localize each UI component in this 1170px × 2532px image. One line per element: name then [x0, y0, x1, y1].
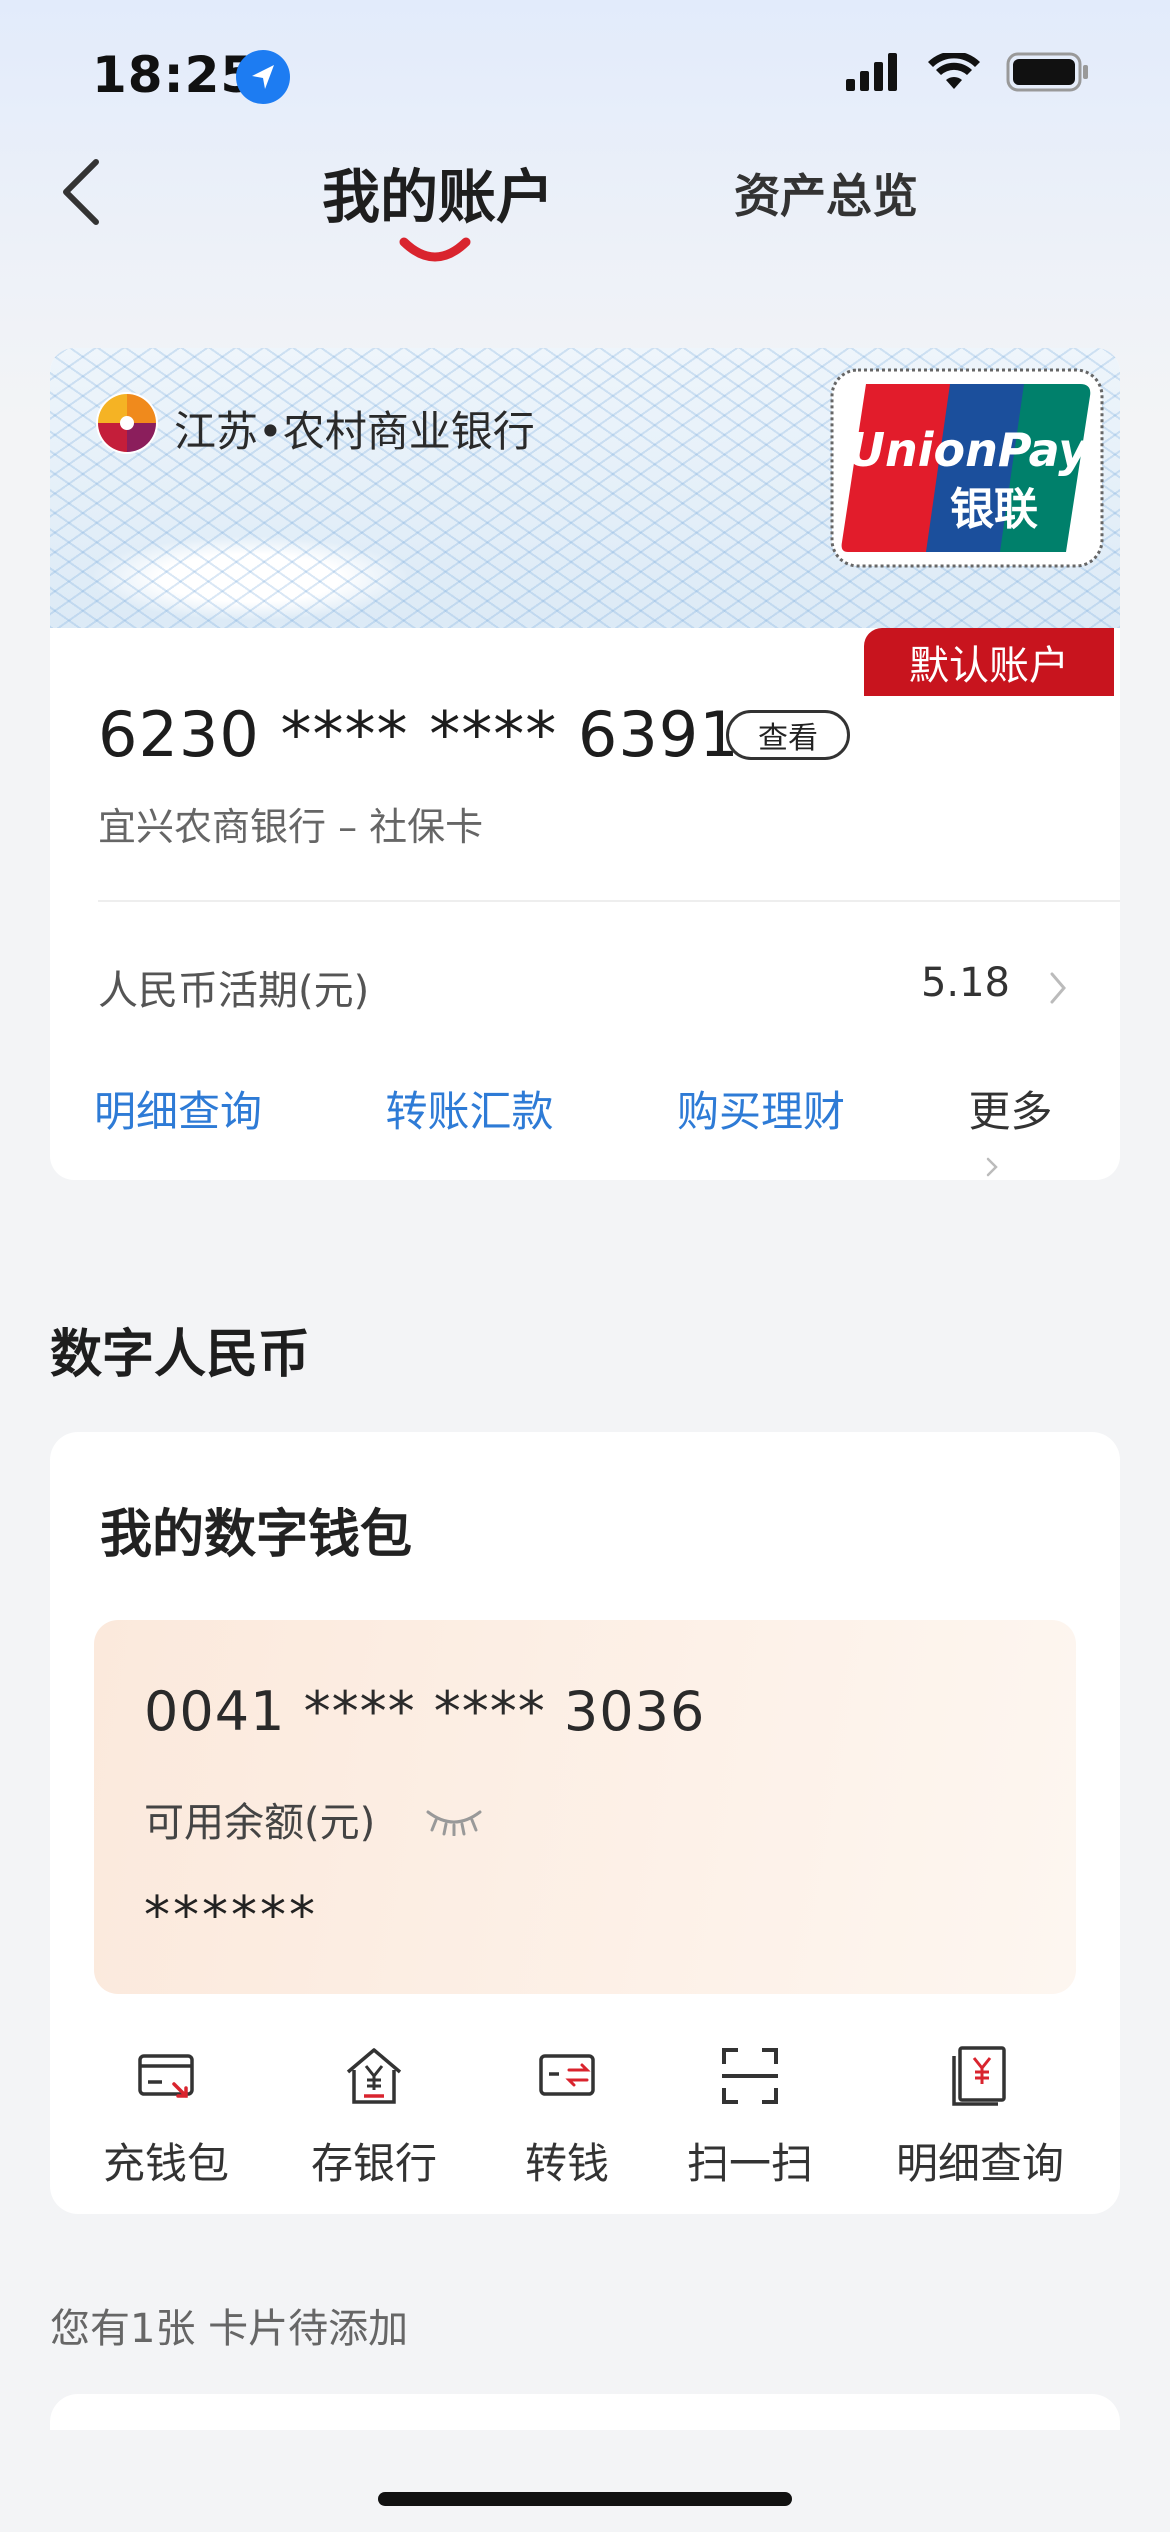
wallet-action-scan[interactable]: 扫一扫	[670, 2044, 830, 2191]
scan-icon	[722, 2048, 778, 2104]
bank-deposit-icon	[346, 2048, 402, 2104]
more-label: 更多	[968, 1087, 1053, 1136]
unionpay-logo: UnionPay 银联	[830, 368, 1104, 568]
active-tab-indicator	[398, 236, 472, 270]
tab-asset-overview[interactable]: 资产总览	[734, 160, 918, 226]
card-number: 6230 **** **** 6391	[98, 698, 740, 771]
wallet-title: 我的数字钱包	[100, 1505, 413, 1565]
default-account-badge: 默认账户	[864, 628, 1114, 696]
section-title-digital-rmb: 数字人民币	[50, 1325, 311, 1385]
digital-wallet-card: 我的数字钱包 0041 **** **** 3036 可用余额(元) *****…	[50, 1432, 1120, 2214]
card-action-row: 明细查询 转账汇款 购买理财 更多	[94, 1078, 1094, 1180]
card-action-more[interactable]: 更多	[969, 1078, 1094, 1180]
unionpay-brand-text: UnionPay	[848, 423, 1091, 477]
wallet-action-deposit-bank[interactable]: 存银行	[294, 2044, 454, 2191]
eye-closed-icon[interactable]	[424, 1806, 484, 1836]
wallet-action-label: 存银行	[310, 2139, 437, 2188]
divider	[98, 900, 1120, 902]
status-icons	[846, 52, 1090, 92]
wallet-action-label: 扫一扫	[686, 2139, 813, 2188]
bank-card[interactable]: 江苏•农村商业银行 UnionPay 银联 默认账户 6230 **** ***…	[50, 348, 1120, 1180]
unionpay-brand-cn-text: 银联	[950, 484, 1038, 535]
chevron-right-icon	[986, 1157, 998, 1176]
card-action-transfer[interactable]: 转账汇款	[386, 1078, 678, 1180]
wallet-action-label: 转钱	[524, 2139, 609, 2188]
wifi-icon	[928, 53, 980, 89]
account-balance[interactable]: 5.18	[921, 960, 1010, 1006]
tab-my-account[interactable]: 我的账户	[322, 150, 554, 234]
bank-name: 江苏•农村商业银行	[174, 407, 535, 456]
status-time: 18:25	[92, 46, 257, 104]
card-subtitle: 宜兴农商银行 – 社保卡	[98, 805, 484, 849]
transfer-icon	[539, 2054, 595, 2096]
home-bar-area	[0, 2430, 1170, 2532]
home-indicator[interactable]	[378, 2492, 792, 2506]
card-face: 江苏•农村商业银行 UnionPay 银联	[50, 348, 1120, 628]
wallet-detail-panel[interactable]: 0041 **** **** 3036 可用余额(元) ******	[94, 1620, 1076, 1994]
available-balance-value: ******	[144, 1886, 318, 1946]
cellular-signal-icon	[846, 53, 897, 91]
wallet-action-details[interactable]: 明细查询	[880, 2044, 1080, 2191]
wallet-action-label: 明细查询	[895, 2139, 1064, 2188]
bank-logo-icon	[96, 392, 158, 454]
details-icon	[952, 2046, 1006, 2106]
card-action-wealth[interactable]: 购买理财	[677, 1078, 969, 1180]
wallet-action-row: 充钱包 存银行 转钱 扫一扫 明细查询	[50, 2044, 1120, 2194]
pending-cards-notice: 您有1张 卡片待添加	[50, 2306, 409, 2352]
wallet-number: 0041 **** **** 3036	[144, 1680, 706, 1743]
card-action-details[interactable]: 明细查询	[94, 1078, 386, 1180]
wallet-topup-icon	[138, 2054, 194, 2098]
chevron-right-icon[interactable]	[1048, 970, 1068, 1006]
view-card-number-button[interactable]: 查看	[726, 710, 850, 760]
battery-icon	[1006, 52, 1088, 92]
wallet-action-label: 充钱包	[102, 2139, 229, 2188]
wallet-action-transfer[interactable]: 转钱	[502, 2044, 632, 2191]
back-chevron-icon[interactable]	[56, 154, 112, 230]
account-type-label[interactable]: 人民币活期(元)	[98, 958, 369, 1016]
wallet-action-topup[interactable]: 充钱包	[86, 2044, 246, 2191]
available-balance-label: 可用余额(元)	[144, 1800, 376, 1846]
location-arrow-icon	[236, 50, 290, 104]
